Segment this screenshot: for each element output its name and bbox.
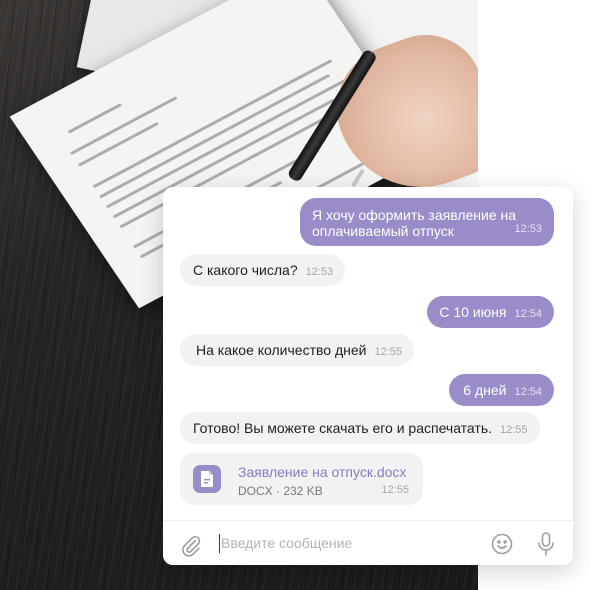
emoji-icon[interactable] (490, 532, 514, 556)
message-time: 12:55 (500, 424, 528, 436)
message-input[interactable] (221, 532, 471, 554)
message-text: Готово! Вы можете скачать его и распечат… (193, 420, 492, 436)
message-text: С какого числа? (193, 262, 298, 278)
message-time: 12:53 (514, 223, 542, 235)
chat-window: Я хочу оформить заявление на оплачиваемы… (163, 187, 573, 565)
file-meta: DOCX · 232 KB (238, 484, 323, 498)
message-time: 12:53 (305, 266, 334, 278)
paperclip-icon[interactable] (179, 533, 203, 557)
message-time: 12:54 (514, 308, 542, 320)
file-name-link[interactable]: Заявление на отпуск.docx (238, 464, 406, 480)
message-outgoing: С 10 июня 12:54 (427, 296, 554, 328)
text-cursor (219, 534, 220, 553)
message-time: 12:54 (514, 386, 542, 398)
document-icon (193, 465, 221, 493)
message-text: На какое количество дней (196, 342, 367, 358)
message-time: 12:55 (381, 484, 409, 496)
file-attachment[interactable]: Заявление на отпуск.docx DOCX · 232 KB 1… (180, 453, 423, 505)
message-incoming: Готово! Вы можете скачать его и распечат… (180, 412, 540, 444)
message-incoming: С какого числа? 12:53 (180, 254, 346, 286)
microphone-icon[interactable] (534, 531, 558, 557)
message-outgoing: Я хочу оформить заявление на оплачиваемы… (300, 198, 554, 246)
message-time: 12:55 (374, 346, 402, 358)
message-text: Я хочу оформить заявление на оплачиваемы… (312, 207, 517, 239)
message-text: 6 дней (463, 382, 507, 398)
message-text: С 10 июня (439, 304, 507, 320)
message-composer (163, 520, 573, 565)
message-outgoing: 6 дней 12:54 (449, 374, 554, 406)
message-incoming: На какое количество дней 12:55 (180, 334, 414, 366)
